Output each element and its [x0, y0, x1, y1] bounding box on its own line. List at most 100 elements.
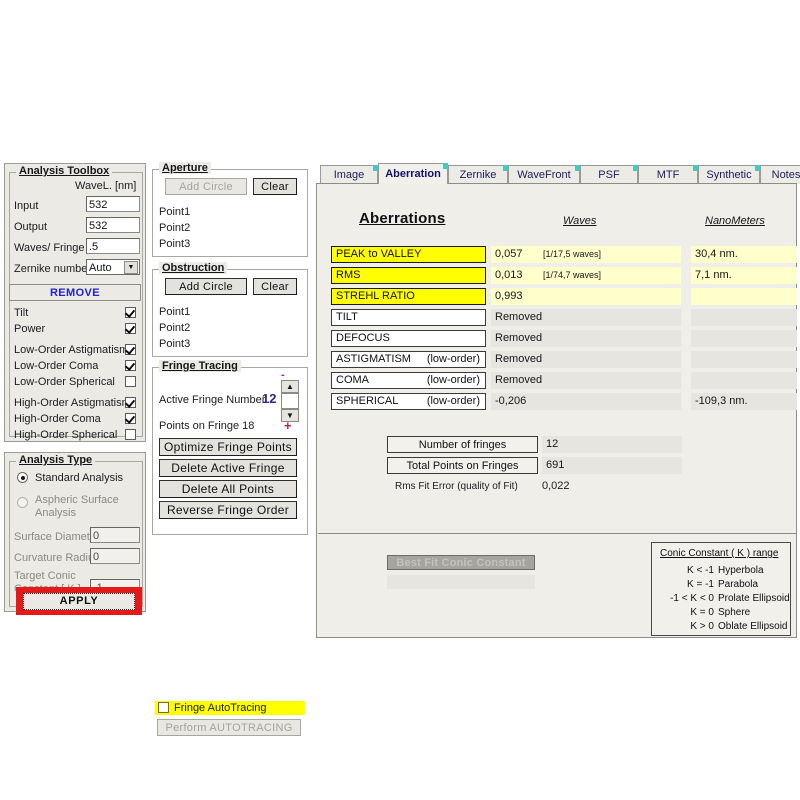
active-fringe-spinner[interactable]: ▲ ▼ — [281, 380, 299, 422]
tab-mtf[interactable]: MTF — [638, 165, 698, 184]
check-fringe-autotracing[interactable] — [158, 702, 169, 713]
aberration-nm — [691, 372, 797, 389]
spinner-up-button[interactable]: ▲ — [281, 380, 299, 393]
surface-diameter-field[interactable]: 0 — [90, 527, 140, 543]
fringe-analysis-window: Analysis Toolbox WaveL. [nm] Input 532 O… — [0, 163, 800, 638]
aberration-name-main: ASTIGMATISM — [336, 353, 411, 365]
conic-constant-legend: Conic Constant ( K ) range K < -1 Hyperb… — [651, 542, 791, 636]
perform-autotracing-button[interactable]: Perform AUTOTRACING — [157, 719, 301, 736]
optimize-fringe-points-button[interactable]: Optimize Fringe Points — [159, 438, 297, 456]
check-low-spherical[interactable] — [125, 376, 136, 387]
tab-label-notes: Notes — [772, 169, 800, 181]
fringe-tracing-title: Fringe Tracing — [159, 360, 241, 372]
table-row: ASTIGMATISM (low-order) Removed — [331, 351, 783, 370]
input-field[interactable]: 532 — [86, 196, 140, 212]
aperture-clear-button[interactable]: Clear — [253, 178, 297, 195]
aperture-group: Aperture Add Circle Clear Point1 Point2 … — [152, 169, 308, 257]
delete-all-points-button[interactable]: Delete All Points — [159, 480, 297, 498]
aperture-point-3[interactable]: Point3 — [159, 236, 190, 252]
aberration-name-sub: (low-order) — [427, 353, 480, 366]
check-high-spherical[interactable] — [125, 429, 136, 440]
tab-label-aberration: Aberration — [385, 168, 441, 180]
check-high-coma[interactable] — [125, 413, 136, 424]
aperture-add-circle-button[interactable]: Add Circle — [165, 178, 247, 195]
radio-label-aspheric-line2: Analysis — [35, 507, 76, 519]
aberration-tab-body: Aberrations Waves NanoMeters PEAK to VAL… — [316, 183, 797, 638]
tab-aberration[interactable]: Aberration — [378, 163, 448, 184]
obstruction-point-3[interactable]: Point3 — [159, 336, 190, 352]
check-low-astigmatism[interactable] — [125, 344, 136, 355]
check-tilt[interactable] — [125, 307, 136, 318]
fringe-tracing-group: Fringe Tracing - Active Fringe Number 12… — [152, 367, 308, 535]
tab-label-zernike: Zernike — [460, 169, 497, 181]
tab-wavefront[interactable]: WaveFront — [508, 165, 580, 184]
aberration-name-sub: (low-order) — [427, 374, 480, 387]
aberration-waves-cell: 0,057 [1/17,5 waves] — [491, 246, 681, 263]
tab-label-synthetic: Synthetic — [706, 169, 751, 181]
obstruction-add-circle-button[interactable]: Add Circle — [165, 278, 247, 295]
waves-per-fringe-field[interactable]: .5 — [86, 238, 140, 254]
chevron-down-icon[interactable]: ▼ — [124, 261, 138, 274]
table-row: SPHERICAL (low-order) -0,206 -109,3 nm. — [331, 393, 783, 412]
aberration-waves-cell: Removed — [491, 351, 681, 368]
aberration-name-main: COMA — [336, 374, 369, 386]
summary-row-total-points: Total Points on Fringes 691 — [387, 457, 687, 474]
obstruction-title: Obstruction — [159, 262, 227, 274]
aberration-nm: 30,4 nm. — [691, 246, 797, 263]
tab-synthetic[interactable]: Synthetic — [698, 165, 760, 184]
output-field[interactable]: 532 — [86, 217, 140, 233]
conic-k-range: K = 0 — [690, 607, 714, 618]
tab-image[interactable]: Image — [320, 165, 378, 184]
check-label-low-coma: Low-Order Coma — [14, 360, 98, 372]
analysis-toolbox-title: Analysis Toolbox — [16, 165, 112, 177]
aberration-waves-cell: -0,206 — [491, 393, 681, 410]
conic-k-range: K = -1 — [687, 579, 714, 590]
tab-zernike[interactable]: Zernike — [448, 165, 508, 184]
conic-shape-name: Parabola — [718, 579, 758, 590]
aberration-value: 0,013 — [495, 269, 523, 281]
aberration-nm: 7,1 nm. — [691, 267, 797, 284]
conic-shape-name: Hyperbola — [718, 565, 764, 576]
aberration-name: COMA (low-order) — [331, 372, 486, 389]
obstruction-point-1[interactable]: Point1 — [159, 304, 190, 320]
aberration-nm — [691, 330, 797, 347]
radio-standard-analysis[interactable] — [17, 472, 28, 483]
aberration-nm: -109,3 nm. — [691, 393, 797, 410]
reverse-fringe-order-button[interactable]: Reverse Fringe Order — [159, 501, 297, 519]
tab-label-wavefront: WaveFront — [517, 169, 570, 181]
column-header-waves: Waves — [563, 215, 596, 227]
obstruction-point-2[interactable]: Point2 — [159, 320, 190, 336]
zernike-number-select[interactable]: Auto ▼ — [86, 259, 140, 275]
remove-button[interactable]: REMOVE — [9, 284, 141, 301]
total-points-value: 691 — [542, 457, 682, 474]
fringe-marker-bottom: + — [284, 418, 292, 433]
number-of-fringes-value: 12 — [542, 436, 682, 453]
best-fit-conic-constant-button[interactable]: Best Fit Conic Constant — [387, 555, 535, 570]
radio-label-standard-analysis: Standard Analysis — [35, 472, 123, 484]
curvature-radius-label: Curvature Radius — [14, 552, 100, 564]
spinner-value-field[interactable] — [281, 393, 299, 409]
obstruction-clear-button[interactable]: Clear — [253, 278, 297, 295]
results-panel: Image Aberration Zernike WaveFront PSF M… — [316, 163, 797, 638]
aberration-waves-cell: Removed — [491, 330, 681, 347]
conic-shape-name: Sphere — [718, 607, 750, 618]
check-power[interactable] — [125, 323, 136, 334]
tab-psf[interactable]: PSF — [580, 165, 638, 184]
radio-aspheric-analysis[interactable] — [17, 497, 28, 508]
aperture-title: Aperture — [159, 162, 211, 174]
tab-notes[interactable]: Notes — [760, 165, 800, 184]
aberration-nm — [691, 309, 797, 326]
aberration-name: SPHERICAL (low-order) — [331, 393, 486, 410]
conic-k-range: K < -1 — [687, 565, 714, 576]
aberration-waves-cell: Removed — [491, 372, 681, 389]
check-low-coma[interactable] — [125, 360, 136, 371]
check-label-power: Power — [14, 323, 45, 335]
apply-button[interactable]: APPLY — [23, 593, 135, 610]
check-high-astigmatism[interactable] — [125, 397, 136, 408]
aperture-point-2[interactable]: Point2 — [159, 220, 190, 236]
curvature-radius-field[interactable]: 0 — [90, 548, 140, 564]
aperture-point-1[interactable]: Point1 — [159, 204, 190, 220]
conic-k-range: K > 0 — [690, 621, 714, 632]
delete-active-fringe-button[interactable]: Delete Active Fringe — [159, 459, 297, 477]
aberration-value: Removed — [495, 353, 542, 365]
